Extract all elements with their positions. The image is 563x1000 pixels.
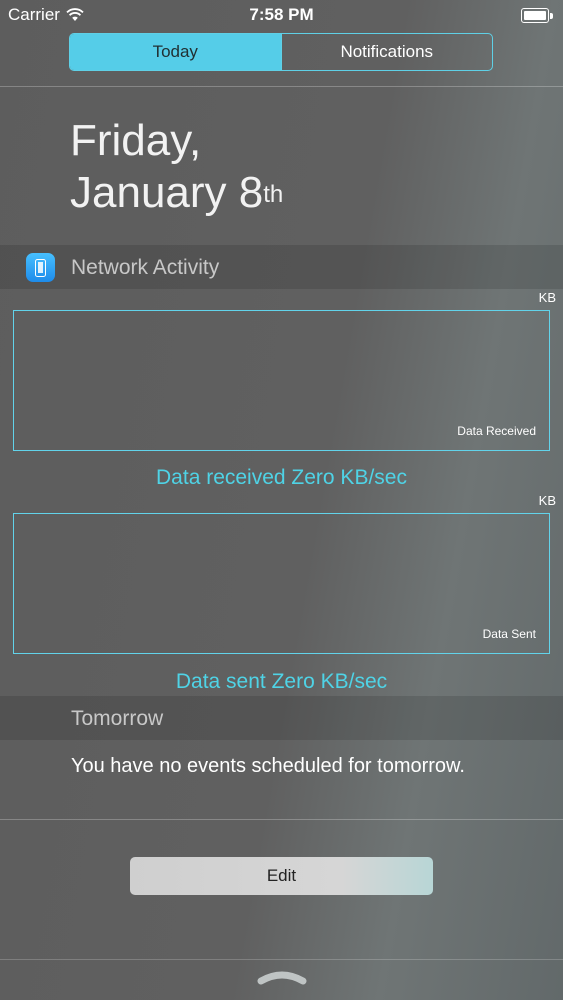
date-day: January 8th xyxy=(70,167,283,219)
data-received-rate: Data received Zero KB/sec xyxy=(156,466,407,489)
data-sent-rate: Data sent Zero KB/sec xyxy=(175,670,388,693)
network-activity-title: Network Activity xyxy=(71,256,220,279)
data-received-caption: Data Received xyxy=(457,424,536,438)
network-activity-app-icon xyxy=(26,253,55,282)
tab-notifications[interactable]: Notifications xyxy=(280,34,493,70)
date-month-day: January 8 xyxy=(70,168,264,217)
tomorrow-header: Tomorrow xyxy=(0,696,563,740)
phone-icon xyxy=(35,258,46,277)
date-heading: Friday, January 8th xyxy=(70,115,283,219)
data-sent-caption: Data Sent xyxy=(482,627,536,641)
footer-divider xyxy=(0,959,563,960)
no-events-message: You have no events scheduled for tomorro… xyxy=(71,755,465,777)
sent-unit-label: KB xyxy=(538,493,556,508)
tomorrow-title: Tomorrow xyxy=(71,707,164,730)
received-unit-label: KB xyxy=(538,290,556,305)
tab-today[interactable]: Today xyxy=(70,34,281,70)
header-divider xyxy=(0,86,563,87)
date-weekday: Friday, xyxy=(70,116,202,165)
status-time: 7:58 PM xyxy=(249,5,314,24)
edit-button[interactable]: Edit xyxy=(130,857,433,895)
date-ordinal-suffix: th xyxy=(263,181,284,208)
status-bar: Carrier 7:58 PM xyxy=(0,0,563,30)
view-segmented-control: Today Notifications xyxy=(69,33,493,71)
data-received-graph: Data Received xyxy=(13,310,550,451)
data-sent-graph: Data Sent xyxy=(13,513,550,654)
grabber-handle-icon[interactable] xyxy=(257,968,307,986)
battery-icon xyxy=(521,8,553,23)
content-divider xyxy=(0,819,563,820)
network-activity-header[interactable]: Network Activity xyxy=(0,245,563,289)
